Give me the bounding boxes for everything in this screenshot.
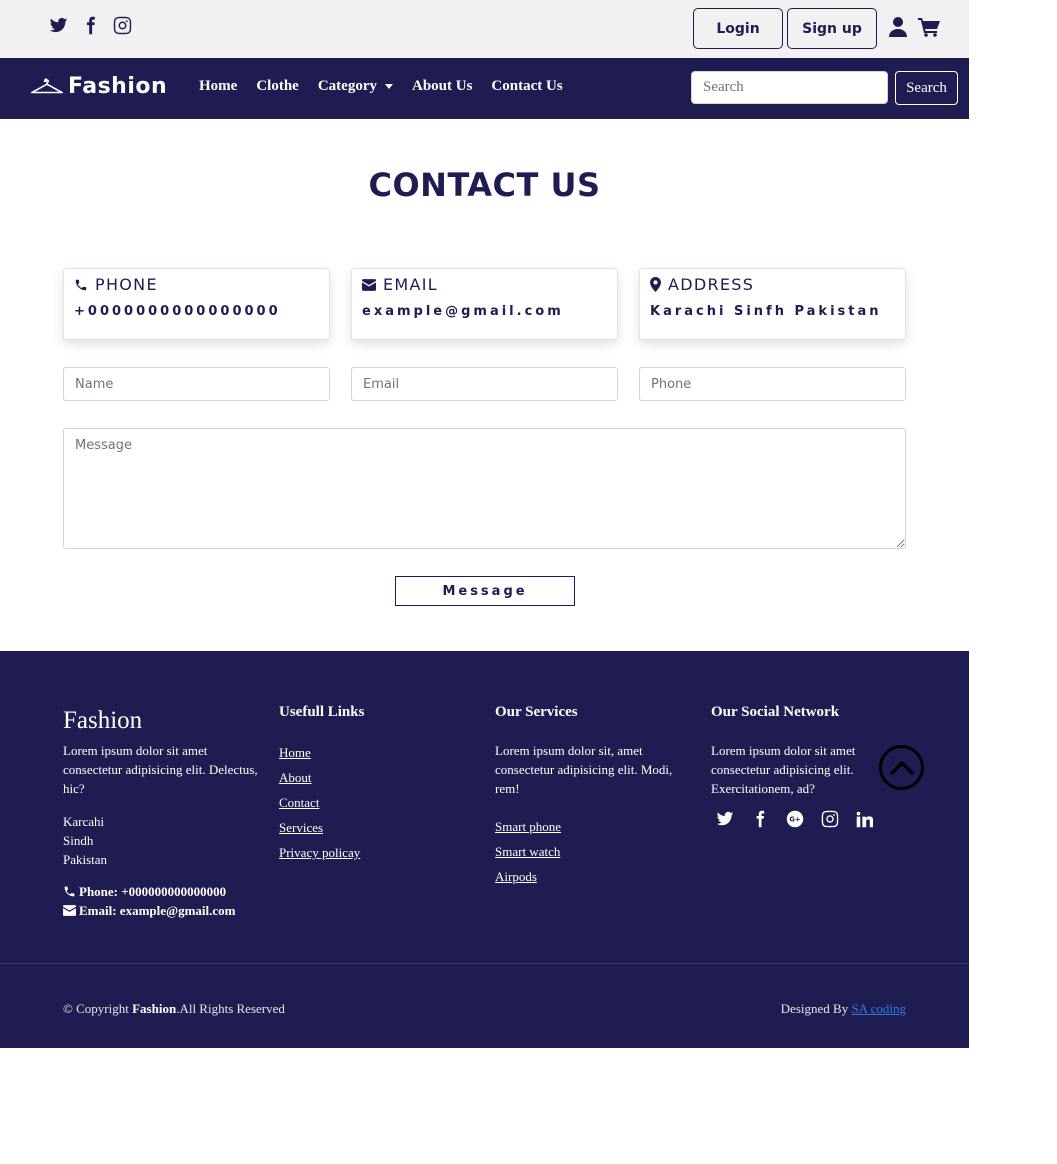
- nav-category-label: Category: [317, 78, 377, 94]
- address-line: Karcahi: [63, 814, 105, 829]
- footer-link-services[interactable]: Services: [279, 819, 360, 844]
- main-navbar: Fashion Home Clothe Category About Us Co…: [0, 58, 969, 119]
- facebook-icon[interactable]: [81, 16, 100, 35]
- email-field[interactable]: [351, 367, 618, 401]
- top-bar: Login Sign up: [0, 0, 969, 58]
- address-card-value: Karachi Sinfh Pakistan: [650, 304, 882, 319]
- email-card: EMAIL example@gmail.com: [351, 268, 618, 340]
- service-link[interactable]: Smart watch: [495, 843, 561, 868]
- signup-button[interactable]: Sign up: [787, 8, 877, 49]
- copyright-brand: Fashion: [132, 1001, 177, 1016]
- footer-social-icons: G+: [716, 810, 873, 828]
- social-text: Lorem ipsum dolor sit amet consectetur a…: [711, 743, 856, 796]
- nav-contact[interactable]: Contact Us: [491, 78, 562, 95]
- footer-link-privacy[interactable]: Privacy policay: [279, 844, 360, 869]
- designed-by-label: Designed By: [780, 1001, 852, 1016]
- footer-phone: Phone: +000000000000000: [79, 884, 227, 899]
- instagram-icon[interactable]: [821, 810, 839, 828]
- service-link[interactable]: Airpods: [495, 868, 561, 893]
- twitter-icon[interactable]: [49, 16, 68, 35]
- search-input[interactable]: [691, 71, 888, 104]
- address-line: Pakistan: [63, 852, 108, 867]
- brand-logo[interactable]: Fashion: [31, 74, 167, 99]
- search-button[interactable]: Search: [895, 71, 958, 105]
- nav-clothe[interactable]: Clothe: [256, 78, 299, 95]
- linkedin-icon[interactable]: [856, 811, 873, 828]
- map-marker-icon: [650, 277, 661, 292]
- designed-by: Designed By SA coding: [781, 1001, 906, 1017]
- footer-link-about[interactable]: About: [279, 769, 360, 794]
- email-card-value: example@gmail.com: [362, 304, 564, 319]
- footer-divider: [0, 963, 969, 964]
- hanger-icon: [31, 77, 63, 93]
- address-card: ADDRESS Karachi Sinfh Pakistan: [639, 268, 906, 340]
- facebook-icon[interactable]: [751, 810, 769, 828]
- footer-email: Email: example@gmail.com: [79, 903, 236, 918]
- useful-links-list: Home About Contact Services Privacy poli…: [279, 744, 360, 869]
- footer-link-home[interactable]: Home: [279, 744, 360, 769]
- chevron-up-icon: [889, 760, 914, 775]
- svg-text:G+: G+: [789, 816, 800, 824]
- page-title: CONTACT US: [368, 166, 601, 204]
- login-button[interactable]: Login: [693, 8, 783, 49]
- footer-contact: Phone: +000000000000000 Email: example@g…: [63, 882, 236, 920]
- copyright-prefix: © Copyright: [63, 1001, 133, 1016]
- nav-category-dropdown[interactable]: Category: [318, 78, 393, 95]
- top-social-links: [49, 16, 132, 35]
- copyright: © Copyright Fashion.All Rights Reserved: [63, 1001, 285, 1017]
- footer: Fashion Lorem ipsum dolor sit amet conse…: [0, 651, 969, 1048]
- services-heading: Our Services: [495, 704, 578, 720]
- google-plus-icon[interactable]: G+: [786, 810, 804, 828]
- address-line: Sindh: [63, 833, 94, 848]
- name-field[interactable]: [63, 367, 330, 401]
- phone-icon: [75, 279, 87, 290]
- scroll-to-top-button[interactable]: [879, 745, 924, 790]
- cart-icon[interactable]: [918, 17, 940, 37]
- footer-brand: Fashion: [63, 707, 143, 734]
- service-link[interactable]: Smart phone: [495, 818, 561, 843]
- phone-field[interactable]: [639, 367, 906, 401]
- phone-card: PHONE +0000000000000000: [63, 268, 330, 340]
- nav-home[interactable]: Home: [199, 78, 237, 95]
- send-message-button[interactable]: Message: [395, 576, 575, 606]
- services-text: Lorem ipsum dolor sit, amet consectetur …: [495, 743, 673, 796]
- twitter-icon[interactable]: [716, 810, 734, 828]
- social-heading: Our Social Network: [711, 704, 840, 720]
- envelope-icon: [362, 278, 376, 291]
- useful-links-heading: Usefull Links: [279, 704, 365, 720]
- nav-menu: Home Clothe Category About Us Contact Us: [199, 78, 563, 95]
- copyright-suffix: .All Rights Reserved: [176, 1001, 285, 1016]
- footer-address: Karcahi Sindh Pakistan: [63, 812, 107, 869]
- address-card-heading: ADDRESS: [668, 275, 755, 294]
- envelope-icon: [63, 905, 76, 916]
- phone-card-heading: PHONE: [95, 275, 158, 294]
- nav-about[interactable]: About Us: [412, 78, 472, 95]
- email-card-heading: EMAIL: [383, 275, 438, 294]
- instagram-icon[interactable]: [113, 16, 132, 35]
- user-icon[interactable]: [889, 17, 907, 37]
- footer-link-contact[interactable]: Contact: [279, 794, 360, 819]
- caret-down-icon: [384, 84, 393, 89]
- phone-card-value: +0000000000000000: [74, 304, 281, 319]
- message-field[interactable]: [63, 428, 906, 549]
- services-list: Smart phone Smart watch Airpods: [495, 818, 561, 893]
- designer-link[interactable]: SA coding: [851, 1001, 906, 1016]
- phone-icon: [64, 886, 75, 897]
- footer-about-text: Lorem ipsum dolor sit amet consectetur a…: [63, 743, 258, 796]
- brand-name: Fashion: [68, 74, 168, 99]
